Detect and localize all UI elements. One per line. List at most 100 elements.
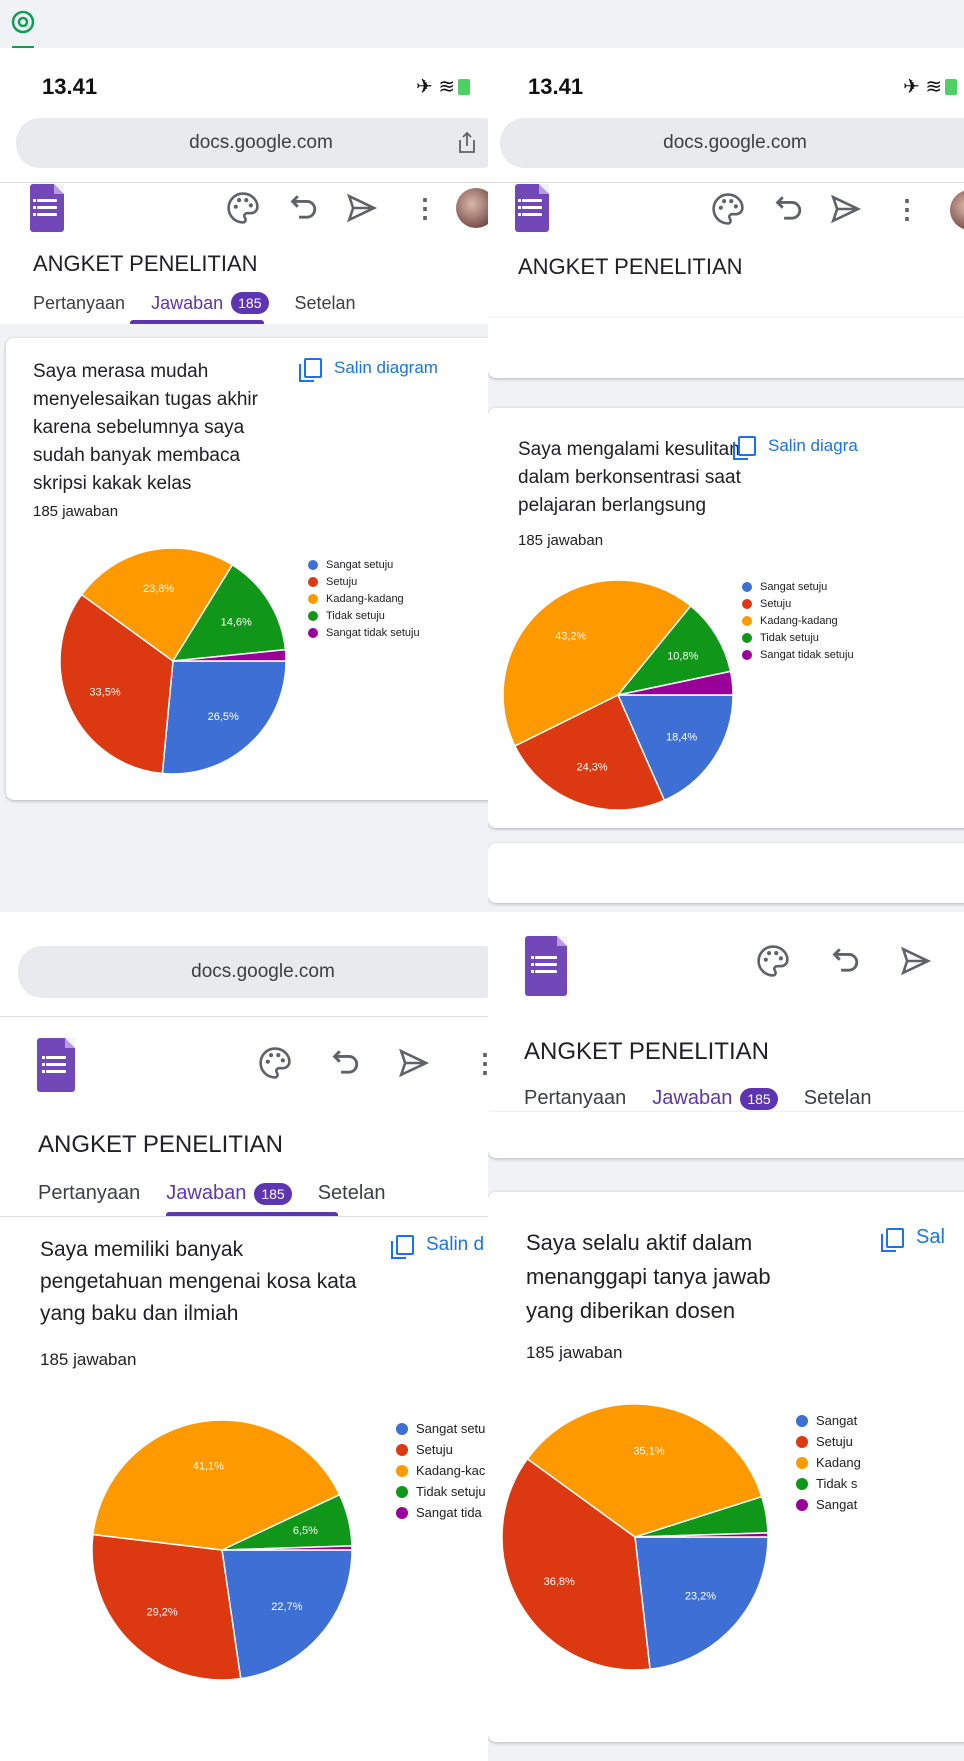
legend-swatch — [796, 1456, 808, 1469]
legend-item: Sangat setuju — [742, 578, 854, 595]
response-count: 185 jawaban — [526, 1343, 623, 1362]
pie-data-label: 23,8% — [143, 583, 174, 595]
pie-chart: 26,5% 33,5% 23,8% 14,6% — [59, 547, 287, 775]
undo-icon[interactable] — [286, 191, 320, 225]
tab-questions[interactable]: Pertanyaan — [524, 1087, 626, 1110]
palette-icon[interactable] — [756, 944, 790, 978]
response-count: 185 jawaban — [40, 1350, 137, 1369]
legend-swatch — [396, 1506, 408, 1519]
legend-item: Sangat tida — [396, 1502, 486, 1523]
tab-bar: Pertanyaan Jawaban185 Setelan — [33, 292, 382, 314]
tab-settings[interactable]: Setelan — [804, 1087, 872, 1110]
forms-icon[interactable] — [37, 1038, 75, 1092]
avatar[interactable] — [456, 188, 488, 228]
copy-chart-button[interactable]: Sal — [881, 1226, 945, 1252]
tab-settings[interactable]: Setelan — [295, 293, 356, 314]
battery-icon — [945, 79, 958, 95]
url-bar[interactable]: docs.google.com — [16, 118, 488, 168]
legend-item: Setuju — [308, 573, 420, 590]
pie-slice — [221, 1549, 353, 1680]
legend-label: Sangat — [816, 1413, 858, 1428]
legend-label: Sangat setu — [416, 1421, 486, 1436]
legend-swatch — [796, 1498, 808, 1511]
send-icon[interactable] — [828, 192, 862, 226]
copy-icon — [299, 358, 322, 382]
legend-label: Kadang-kac — [416, 1463, 486, 1478]
divider — [0, 182, 488, 183]
copy-icon — [881, 1227, 904, 1252]
legend-item: Kadang-kadang — [308, 590, 420, 607]
response-count: 185 jawaban — [33, 503, 119, 520]
status-time: 13.41 — [528, 74, 584, 99]
responses-count-badge: 185 — [231, 292, 269, 314]
send-icon[interactable] — [898, 944, 932, 978]
copy-chart-button[interactable]: Salin diagram — [299, 358, 438, 382]
legend-item: Kadang-kac — [396, 1460, 486, 1481]
url-text: docs.google.com — [663, 132, 807, 153]
pie-data-label: 26,5% — [208, 711, 239, 723]
legend-item: Kadang-kadang — [742, 612, 854, 629]
pie-data-label: 43,2% — [555, 631, 586, 643]
more-vert-icon[interactable]: ⋮ — [408, 191, 442, 225]
legend-label: Setuju — [760, 597, 792, 610]
status-icons: ✈ ≋ — [416, 74, 471, 99]
pie-data-label: 14,6% — [221, 616, 252, 628]
divider — [0, 1016, 488, 1017]
legend-label: Setuju — [816, 1434, 853, 1449]
legend-item: Setuju — [796, 1431, 861, 1452]
status-icons: ✈ ≋ — [903, 74, 958, 99]
legend-swatch — [742, 632, 752, 643]
forms-icon[interactable] — [515, 184, 549, 232]
previous-card-edge — [488, 318, 964, 378]
airplane-icon: ✈ — [903, 76, 920, 98]
copy-chart-button[interactable]: Salin diagra — [733, 436, 858, 460]
undo-icon[interactable] — [771, 192, 805, 226]
tab-questions[interactable]: Pertanyaan — [33, 293, 125, 314]
more-vert-icon[interactable]: ⋮ — [468, 1046, 488, 1080]
legend-swatch — [742, 581, 752, 592]
legend-label: Tidak setuju — [760, 631, 819, 644]
legend-swatch — [308, 610, 318, 621]
url-text: docs.google.com — [189, 132, 333, 153]
legend-swatch — [308, 576, 318, 587]
pie-data-label: 41,1% — [193, 1460, 224, 1472]
tab-responses[interactable]: Jawaban185 — [151, 292, 269, 314]
forms-icon[interactable] — [30, 184, 64, 232]
legend-swatch — [308, 593, 318, 604]
wifi-icon: ≋ — [438, 76, 456, 98]
copy-chart-button[interactable]: Salin d — [391, 1234, 484, 1259]
legend-label: Sangat setuju — [760, 580, 828, 593]
send-icon[interactable] — [344, 191, 378, 225]
legend-swatch — [796, 1435, 808, 1448]
divider — [0, 1216, 488, 1217]
tab-settings[interactable]: Setelan — [318, 1182, 386, 1205]
palette-icon[interactable] — [226, 191, 260, 225]
tab-bar: Pertanyaan Jawaban185 Setelan — [38, 1182, 412, 1205]
legend-label: Sangat tidak setuju — [326, 626, 420, 639]
url-bar[interactable]: docs.google.com — [500, 118, 964, 168]
palette-icon[interactable] — [711, 192, 745, 226]
legend-label: Sangat tidak setuju — [760, 648, 854, 661]
chart-legend: Sangat setuju Setuju Kadang-kadang Tidak se… — [742, 578, 854, 663]
tab-responses[interactable]: Jawaban185 — [652, 1087, 778, 1110]
share-icon[interactable] — [458, 132, 476, 154]
response-count: 185 jawaban — [518, 532, 604, 549]
avatar[interactable] — [950, 190, 964, 230]
undo-icon[interactable] — [828, 944, 862, 978]
forms-icon[interactable] — [525, 936, 567, 996]
question-text: Saya mengalami kesulitan dalam berkonsen… — [518, 439, 741, 516]
tab-responses[interactable]: Jawaban185 — [166, 1182, 292, 1205]
undo-icon[interactable] — [328, 1046, 362, 1080]
tab-questions[interactable]: Pertanyaan — [38, 1182, 140, 1205]
pie-data-label: 33,5% — [89, 687, 120, 699]
pie-chart: 23,2% 36,8% 35,1% — [501, 1403, 769, 1671]
more-vert-icon[interactable]: ⋮ — [890, 192, 924, 226]
url-bar[interactable]: docs.google.com — [18, 946, 488, 998]
divider — [488, 182, 964, 183]
legend-item: Sangat setuju — [308, 556, 420, 573]
question-card: Saya memiliki banyak pengetahuan mengena… — [6, 1218, 488, 1748]
palette-icon[interactable] — [258, 1046, 292, 1080]
legend-item: Kadang — [796, 1452, 861, 1473]
send-icon[interactable] — [396, 1046, 430, 1080]
form-title: ANGKET PENELITIAN — [518, 254, 743, 279]
